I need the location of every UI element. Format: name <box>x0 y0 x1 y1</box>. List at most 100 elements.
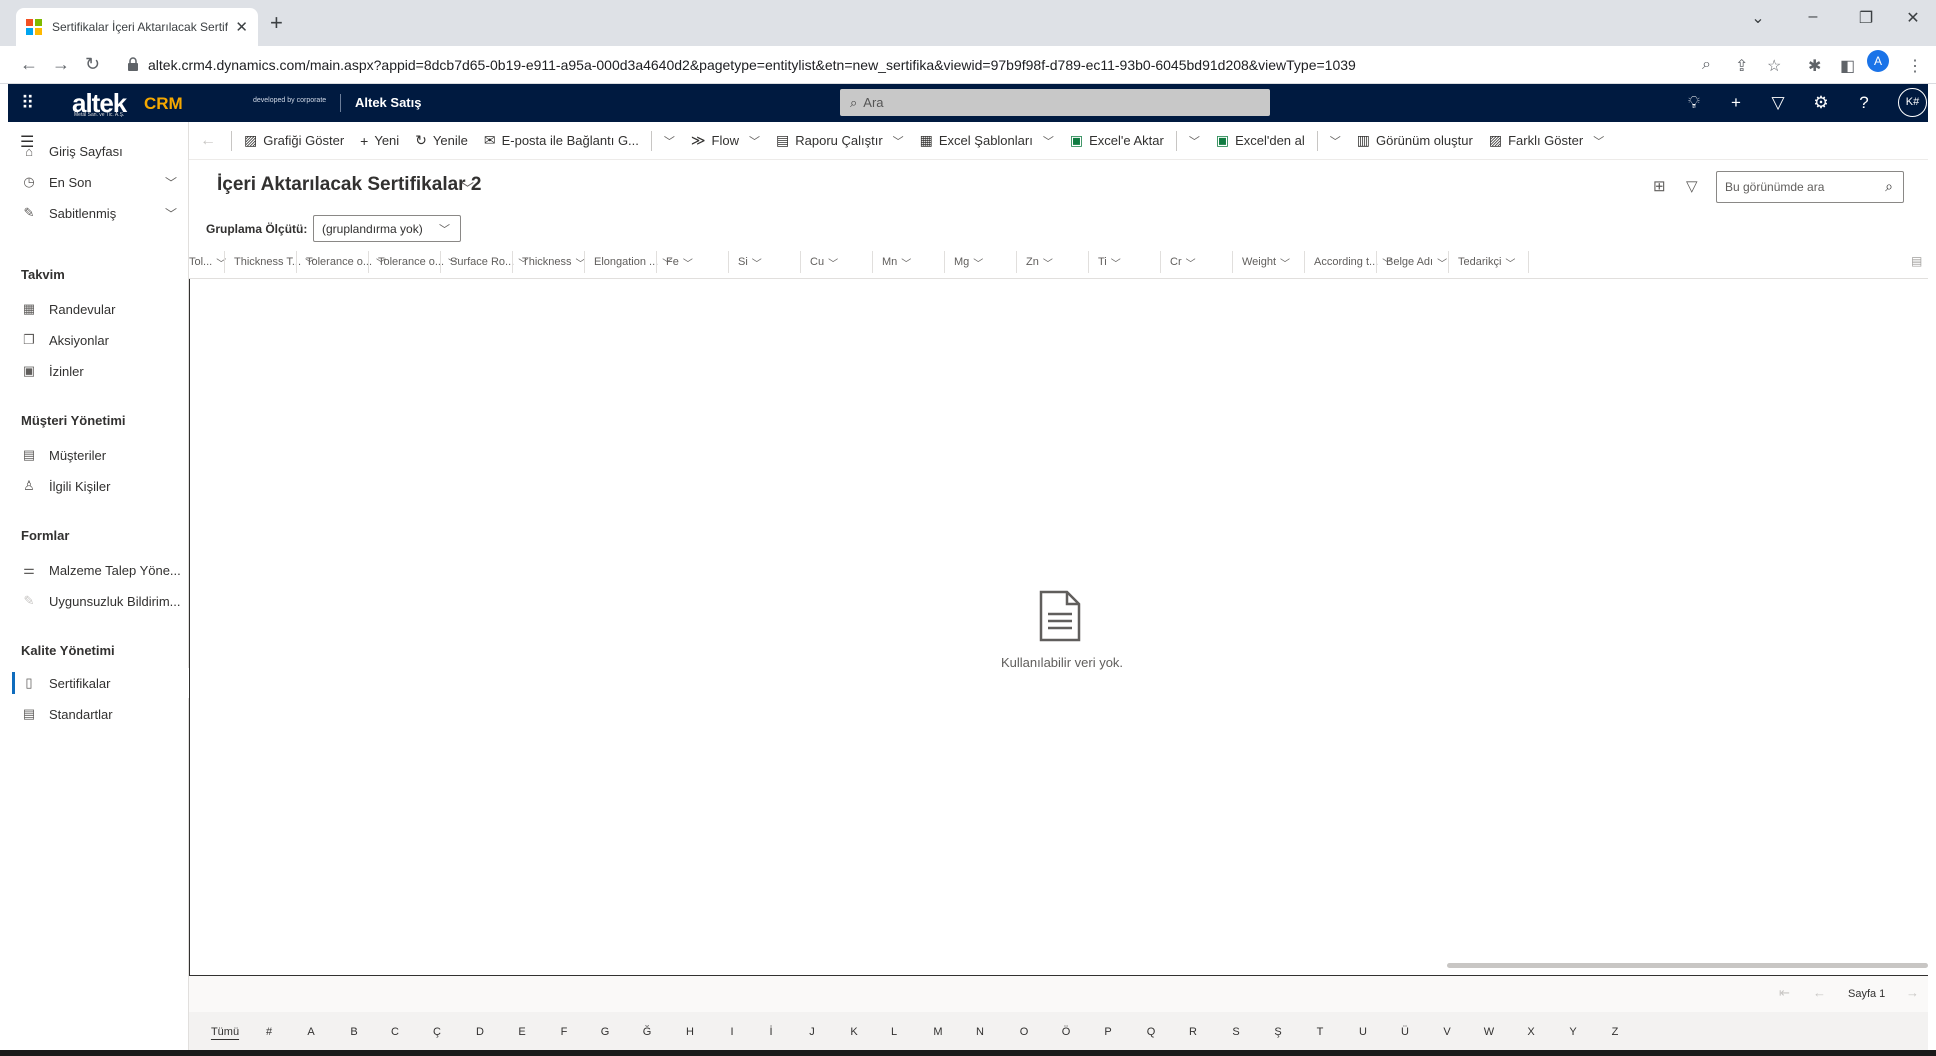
jump-letter[interactable]: X <box>1527 1026 1534 1038</box>
jump-letter[interactable]: U <box>1359 1026 1367 1038</box>
extensions-icon[interactable]: ✱ <box>1808 56 1821 76</box>
show-chart-button[interactable]: ▨ Grafiği Göster <box>236 122 352 160</box>
column-options-icon[interactable]: ▤ <box>1911 254 1922 268</box>
export-excel-button[interactable]: ▣ Excel'e Aktar <box>1062 122 1172 160</box>
column-header[interactable]: Si ﹀ <box>738 245 762 279</box>
plus-icon[interactable]: + <box>1726 93 1746 113</box>
user-avatar[interactable]: K# <box>1898 88 1927 117</box>
jump-letter[interactable]: İ <box>769 1026 772 1038</box>
jump-letter[interactable]: A <box>307 1026 314 1038</box>
column-header[interactable]: Surface Ro... ﹀ <box>450 245 528 279</box>
bookmark-star-icon[interactable]: ☆ <box>1767 56 1781 76</box>
tab-close-icon[interactable]: ✕ <box>235 18 248 36</box>
jump-letter[interactable]: Ğ <box>643 1026 652 1038</box>
jump-letter[interactable]: D <box>476 1026 484 1038</box>
column-header[interactable]: Cr ﹀ <box>1170 245 1196 279</box>
refresh-button[interactable]: ↻ Yenile <box>407 122 476 160</box>
view-selector-chevron-icon[interactable]: ﹀ <box>461 178 474 197</box>
column-header[interactable]: Cu ﹀ <box>810 245 838 279</box>
jump-letter[interactable]: Q <box>1147 1026 1156 1038</box>
jump-letter[interactable]: I <box>730 1026 733 1038</box>
column-header[interactable]: Elongation ... ﹀ <box>594 245 672 279</box>
column-header[interactable]: Mg ﹀ <box>954 245 983 279</box>
create-view-button[interactable]: ▥ Görünüm oluştur <box>1349 122 1481 160</box>
previous-page-icon[interactable]: ← <box>1813 985 1826 1000</box>
jump-letter[interactable]: C <box>391 1026 399 1038</box>
jump-letter[interactable]: # <box>266 1026 272 1038</box>
column-header[interactable]: Weight ﹀ <box>1242 245 1290 279</box>
back-arrow-icon[interactable]: ← <box>189 122 227 160</box>
jump-letter[interactable]: V <box>1443 1026 1450 1038</box>
lightbulb-icon[interactable]: 💡︎ <box>1684 93 1704 113</box>
run-report-button[interactable]: ▤ Raporu Çalıştır ﹀ <box>768 122 912 160</box>
tab-search-icon[interactable]: ⌄ <box>1735 8 1781 28</box>
reload-icon[interactable]: ↻ <box>85 54 100 75</box>
column-header[interactable]: Thickness ﹀ <box>522 245 586 279</box>
new-button[interactable]: + Yeni <box>352 122 407 160</box>
jump-letter[interactable]: R <box>1189 1026 1197 1038</box>
jump-letter[interactable]: Ü <box>1401 1026 1409 1038</box>
sidebar-item-standards[interactable]: ▤ Standartlar <box>8 699 189 729</box>
view-title[interactable]: İçeri Aktarılacak Sertifikalar 2 <box>217 174 481 196</box>
restore-icon[interactable]: ❐ <box>1843 8 1889 28</box>
browser-profile-avatar[interactable]: A <box>1867 50 1889 72</box>
jump-letter[interactable]: K <box>850 1026 857 1038</box>
url-field[interactable]: altek.crm4.dynamics.com/main.aspx?appid=… <box>118 51 1698 79</box>
jump-letter[interactable]: S <box>1232 1026 1239 1038</box>
next-page-icon[interactable]: → <box>1906 985 1919 1000</box>
jump-letter[interactable]: L <box>891 1026 897 1038</box>
sidebar-item-nonconformity[interactable]: ✎ Uygunsuzluk Bildirim... <box>8 586 189 616</box>
chevron-down-icon[interactable]: ﹀ <box>165 174 177 191</box>
column-header[interactable]: Tedarikçi ﹀ <box>1458 245 1515 279</box>
global-search-input[interactable]: ⌕ Ara <box>840 89 1270 116</box>
sidebar-item-customers[interactable]: ▤ Müşteriler <box>8 440 189 470</box>
column-header[interactable]: Tolerance o... ﹀ <box>306 245 386 279</box>
jump-letter[interactable]: Ö <box>1062 1026 1071 1038</box>
edit-filters-icon[interactable]: ▽ <box>1686 177 1698 195</box>
jump-letter[interactable]: N <box>976 1026 984 1038</box>
sidebar-item-contacts[interactable]: ♙ İlgili Kişiler <box>8 471 189 501</box>
sidebar-item-pinned[interactable]: ✎ Sabitlenmiş ﹀ <box>8 198 189 228</box>
column-header[interactable]: Tol... ﹀ <box>189 245 226 279</box>
jump-letter[interactable]: Ş <box>1274 1026 1281 1038</box>
forward-icon[interactable]: → <box>52 54 70 75</box>
browser-menu-icon[interactable]: ⋮ <box>1907 56 1923 76</box>
grouping-select[interactable]: (gruplandırma yok) ﹀ <box>313 215 461 242</box>
sidebar-item-home[interactable]: ⌂ Giriş Sayfası <box>8 136 189 166</box>
jump-letter[interactable]: B <box>350 1026 357 1038</box>
app-launcher-icon[interactable]: ⠿ <box>21 93 34 114</box>
jump-letter[interactable]: J <box>809 1026 815 1038</box>
jump-letter[interactable]: W <box>1484 1026 1494 1038</box>
search-icon[interactable]: ⌕ <box>1885 178 1893 195</box>
zoom-icon[interactable]: ⌕ <box>1702 56 1711 74</box>
chevron-down-icon[interactable]: ﹀ <box>165 205 177 222</box>
sidebar-item-actions[interactable]: ❐ Aksiyonlar <box>8 325 189 355</box>
jump-letter[interactable]: Ç <box>433 1026 441 1038</box>
first-page-icon[interactable]: ⇤ <box>1779 985 1790 1001</box>
import-excel-dropdown[interactable]: ﹀ <box>1322 122 1349 160</box>
settings-gear-icon[interactable]: ⚙ <box>1811 93 1831 113</box>
excel-templates-button[interactable]: ▦ Excel Şablonları ﹀ <box>912 122 1062 160</box>
column-header[interactable]: According t... ﹀ <box>1314 245 1392 279</box>
sidebar-item-leaves[interactable]: ▣ İzinler <box>8 356 189 386</box>
column-header[interactable]: Ti ﹀ <box>1098 245 1121 279</box>
flow-button[interactable]: ≫ Flow ﹀ <box>683 122 768 160</box>
sidebar-item-certificates[interactable]: ▯ Sertifikalar <box>8 668 189 698</box>
jump-letter[interactable]: F <box>561 1026 568 1038</box>
column-header[interactable]: Fe ﹀ <box>666 245 693 279</box>
edit-columns-icon[interactable]: ⊞ <box>1653 177 1666 195</box>
export-excel-dropdown[interactable]: ﹀ <box>1181 122 1208 160</box>
email-link-button[interactable]: ✉ E-posta ile Bağlantı G... <box>476 122 647 160</box>
sidebar-item-recent[interactable]: ◷ En Son ﹀ <box>8 167 189 197</box>
sidebar-item-material-request[interactable]: ⚌ Malzeme Talep Yöne... <box>8 555 189 585</box>
jump-letter[interactable]: E <box>518 1026 525 1038</box>
view-search-input[interactable]: Bu görünümde ara ⌕ <box>1716 171 1904 203</box>
close-window-icon[interactable]: ✕ <box>1890 8 1936 28</box>
column-header[interactable]: Belge Adı ﹀ <box>1386 245 1447 279</box>
column-header[interactable]: Mn ﹀ <box>882 245 911 279</box>
jump-letter[interactable]: M <box>933 1026 942 1038</box>
minimize-icon[interactable]: – <box>1790 8 1836 26</box>
column-header[interactable]: Thickness T... ﹀ <box>234 245 315 279</box>
jump-letter[interactable]: G <box>601 1026 610 1038</box>
show-as-button[interactable]: ▨ Farklı Göster ﹀ <box>1481 122 1612 160</box>
